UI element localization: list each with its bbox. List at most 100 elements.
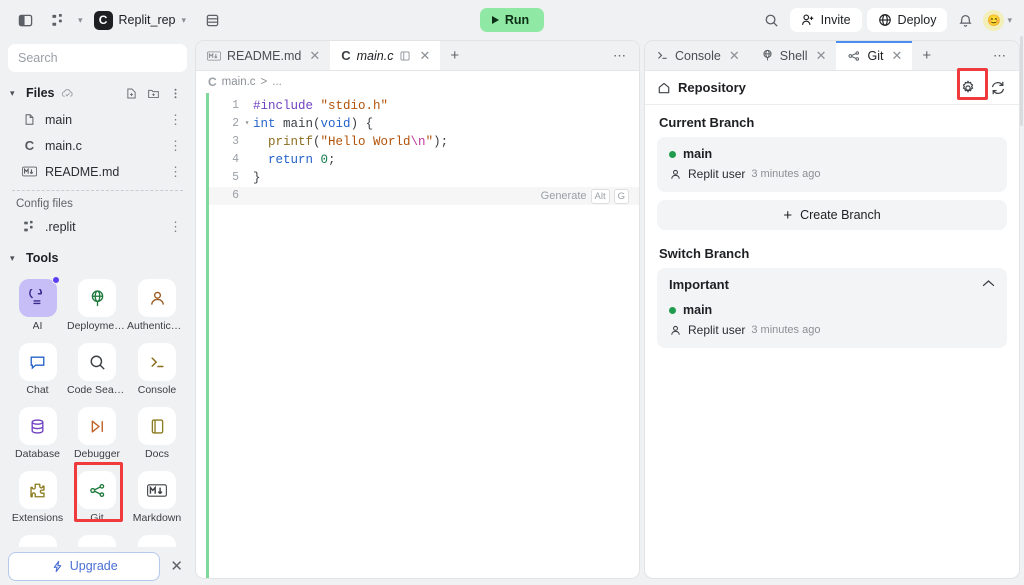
tab-close-icon[interactable]: ✕ <box>889 48 904 63</box>
tab-readme[interactable]: README.md ✕ <box>196 41 330 70</box>
tool-markdown[interactable]: Markdown <box>127 467 187 529</box>
tab-git[interactable]: Git ✕ <box>836 41 913 70</box>
extensions-icon <box>18 471 57 509</box>
files-title: Files <box>26 86 55 100</box>
repl-logo: C <box>93 10 113 30</box>
breadcrumb-rest[interactable]: ... <box>272 76 282 88</box>
tab-label: README.md <box>227 48 302 63</box>
files-menu-icon[interactable] <box>165 83 186 104</box>
file-name: .replit <box>45 219 76 234</box>
file-list: main ⋮ C main.c ⋮ README.md ⋮ <box>0 107 195 184</box>
code-line[interactable]: 1 #include "stdio.h" <box>209 97 639 115</box>
current-branch-card[interactable]: main Replit user 3 minutes ago <box>657 137 1007 192</box>
branch-name: main <box>683 147 713 161</box>
file-menu-icon[interactable]: ⋮ <box>166 165 185 178</box>
new-file-icon[interactable] <box>121 83 142 104</box>
file-menu-icon[interactable]: ⋮ <box>166 139 185 152</box>
current-branch-heading: Current Branch <box>659 115 755 130</box>
tool-label: Git <box>90 512 104 524</box>
tool-deployments[interactable]: Deployments <box>67 275 127 337</box>
branch-group-header[interactable]: Important <box>669 277 995 292</box>
tree-icon[interactable] <box>45 7 71 33</box>
tree-chevron-icon[interactable]: ▾ <box>78 15 83 26</box>
new-folder-icon[interactable] <box>143 83 164 104</box>
branch-meta: Replit user 3 minutes ago <box>669 167 995 181</box>
markdown-icon <box>138 471 176 509</box>
add-tab-icon[interactable]: + <box>440 41 469 70</box>
tab-close-icon[interactable]: ✕ <box>727 48 742 63</box>
code-line[interactable]: 4 return 0; <box>209 151 639 169</box>
generate-hint[interactable]: Generate Alt G <box>541 187 629 205</box>
right-panel-more-icon[interactable]: ⋯ <box>981 41 1019 70</box>
code-text: int main(void) { <box>253 117 374 131</box>
code-line[interactable]: 3 printf("Hello World\n"); <box>209 133 639 151</box>
tools-section-header[interactable]: ▾ Tools <box>0 245 195 271</box>
file-name: main.c <box>45 138 82 153</box>
deploy-icon <box>878 14 891 26</box>
tool-ai[interactable]: AI <box>8 275 67 337</box>
divider <box>12 190 183 191</box>
tool-debugger[interactable]: Debugger <box>67 403 127 465</box>
tab-close-icon[interactable]: ✕ <box>417 48 432 63</box>
docs-icon <box>138 407 176 445</box>
bell-icon[interactable] <box>952 7 978 33</box>
upgrade-button[interactable]: Upgrade <box>8 551 161 581</box>
tool-chat[interactable]: Chat <box>8 339 67 401</box>
file-menu-icon[interactable]: ⋮ <box>166 220 185 233</box>
file-item-main-c[interactable]: C main.c ⋮ <box>6 133 189 158</box>
breadcrumb-file[interactable]: main.c <box>222 76 256 88</box>
refresh-icon[interactable] <box>987 77 1009 99</box>
tool-authentication[interactable]: Authenticati... <box>127 275 187 337</box>
fold-toggle-icon[interactable]: ▾ <box>241 115 253 133</box>
tab-main-c[interactable]: C main.c ✕ <box>330 41 441 70</box>
tool-console[interactable]: Console <box>127 339 187 401</box>
file-menu-icon[interactable]: ⋮ <box>166 113 185 126</box>
tool-git[interactable]: Git <box>67 467 127 529</box>
search-input[interactable] <box>8 44 187 72</box>
chevron-up-icon[interactable] <box>982 279 995 291</box>
branch-row[interactable]: main <box>669 303 995 317</box>
tool-extensions[interactable]: Extensions <box>8 467 67 529</box>
run-button[interactable]: Run <box>479 8 545 32</box>
file-name: README.md <box>45 164 120 179</box>
tool-label: Chat <box>26 384 49 396</box>
tool-code-search[interactable]: Code Search <box>67 339 127 401</box>
breadcrumb-separator: > <box>260 76 268 88</box>
code-text: } <box>253 171 261 185</box>
gear-icon[interactable] <box>957 77 979 99</box>
deploy-button[interactable]: Deploy <box>866 8 948 32</box>
line-number: 5 <box>232 171 239 184</box>
files-section-header[interactable]: ▾ Files <box>0 80 195 106</box>
tab-close-icon[interactable]: ✕ <box>814 48 829 63</box>
layout-icon[interactable] <box>199 7 225 33</box>
tool-label: Database <box>15 448 60 460</box>
preview-icon[interactable] <box>399 50 411 62</box>
editor-more-icon[interactable]: ⋯ <box>601 41 639 70</box>
tool-database[interactable]: Database <box>8 403 67 465</box>
panel-left-icon[interactable] <box>12 7 38 33</box>
file-item-readme[interactable]: README.md ⋮ <box>6 159 189 184</box>
user-menu[interactable]: 😊 ▾ <box>983 9 1012 31</box>
tool-docs[interactable]: Docs <box>127 403 187 465</box>
file-item-main[interactable]: main ⋮ <box>6 107 189 132</box>
c-file-icon: C <box>24 138 35 153</box>
code-line[interactable]: 5} <box>209 169 639 187</box>
tab-close-icon[interactable]: ✕ <box>307 48 322 63</box>
file-item-replit[interactable]: .replit ⋮ <box>6 214 189 239</box>
tab-console[interactable]: Console ✕ <box>645 41 750 70</box>
code-area[interactable]: 1 #include "stdio.h" 2 ▾ int main(void) {3 p… <box>196 93 639 578</box>
create-branch-button[interactable]: + Create Branch <box>657 200 1007 230</box>
branch-meta: Replit user 3 minutes ago <box>669 323 995 337</box>
invite-label: Invite <box>820 13 851 27</box>
tab-shell[interactable]: Shell ✕ <box>750 41 837 70</box>
invite-button[interactable]: Invite <box>789 8 862 32</box>
code-line[interactable]: 6 Generate Alt G <box>209 187 639 205</box>
debugger-icon <box>78 407 116 445</box>
search-icon[interactable] <box>759 7 785 33</box>
close-icon[interactable]: ✕ <box>166 557 187 575</box>
code-line[interactable]: 2 ▾ int main(void) { <box>209 115 639 133</box>
add-tab-icon[interactable]: + <box>912 41 941 70</box>
markdown-file-icon <box>22 166 37 177</box>
repl-name-chip[interactable]: C Replit_rep ▾ <box>90 8 193 33</box>
avatar: 😊 <box>983 9 1005 31</box>
